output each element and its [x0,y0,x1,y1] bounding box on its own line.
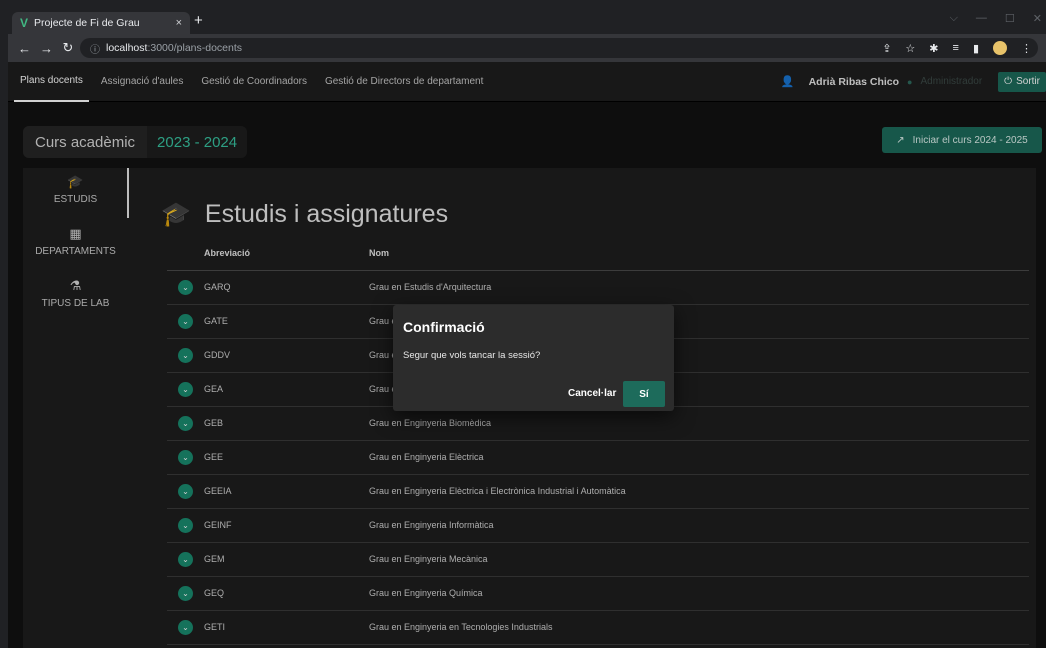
confirm-dialog: Confirmació Segur que vols tancar la ses… [393,305,674,411]
forward-icon[interactable]: → [40,41,53,56]
browser-toolbar: ← → ↻ ⓘ localhost :3000/plans-docents ⇪ … [8,34,1046,62]
reload-icon[interactable]: ↻ [62,40,74,56]
more-menu-icon[interactable]: ⋮ [1021,42,1032,55]
url-path: :3000/plans-docents [147,42,243,54]
browser-tab[interactable]: V Projecte de Fi de Grau × [12,12,190,34]
cancel-button[interactable]: Cancel·lar [568,388,616,399]
tab-strip: V Projecte de Fi de Grau × + ⌵ — ☐ ✕ [8,8,1046,34]
url-host: localhost [106,42,148,54]
profile-avatar-icon[interactable] [993,41,1007,55]
site-info-icon[interactable]: ⓘ [90,41,100,56]
confirm-button[interactable]: Sí [623,381,665,407]
tab-title: Projecte de Fi de Grau [34,17,140,29]
minimize-icon[interactable]: — [976,12,987,25]
dialog-title: Confirmació [403,319,485,335]
close-window-icon[interactable]: ✕ [1033,12,1042,25]
window-controls: ⌵ — ☐ ✕ [950,12,1042,25]
dialog-message: Segur que vols tancar la sessió? [403,350,541,361]
maximize-icon[interactable]: ☐ [1005,12,1015,25]
tab-search-icon[interactable]: ⌵ [950,12,958,25]
extensions-icon[interactable]: ✱ [929,42,938,55]
back-icon[interactable]: ← [18,41,31,56]
bookmark-star-icon[interactable]: ☆ [905,42,915,55]
tab-close-icon[interactable]: × [176,17,182,29]
new-tab-button[interactable]: + [194,12,203,29]
browser-window: V Projecte de Fi de Grau × + ⌵ — ☐ ✕ ← →… [8,8,1046,648]
address-bar[interactable]: ⓘ localhost :3000/plans-docents ⇪ ☆ ✱ ≡ … [80,38,1038,58]
share-icon[interactable]: ⇪ [882,42,891,55]
side-panel-icon[interactable]: ▮ [973,42,979,55]
vue-logo-icon: V [20,16,29,30]
toolbar-icons: ⇪ ☆ ✱ ≡ ▮ ⋮ [882,41,1038,55]
reading-list-icon[interactable]: ≡ [953,42,959,54]
